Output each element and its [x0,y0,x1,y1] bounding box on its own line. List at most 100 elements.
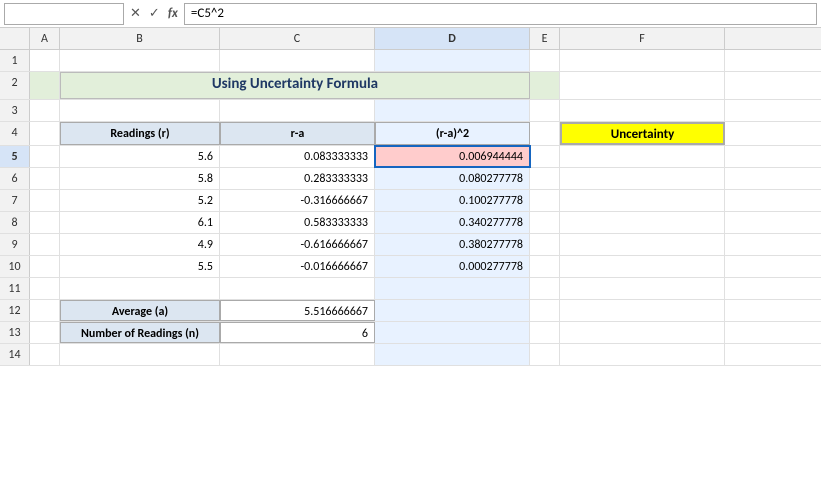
cell-e14[interactable] [530,344,560,365]
cell-d14[interactable] [375,344,530,365]
cell-e12[interactable] [530,300,560,321]
fx-icon[interactable]: fx [168,6,178,21]
cell-a5[interactable] [30,146,60,167]
cell-a2[interactable] [30,72,60,99]
row-2: 2 Using Uncertainty Formula [0,72,821,100]
cell-d9[interactable]: 0.380277778 [375,234,530,255]
cell-d6[interactable]: 0.080277778 [375,168,530,189]
cell-d3[interactable] [375,100,530,121]
cell-b3[interactable] [60,100,220,121]
row-num-11: 11 [0,278,30,299]
cell-e7[interactable] [530,190,560,211]
cell-e5[interactable] [530,146,560,167]
cell-a1[interactable] [30,50,60,71]
col-header-f[interactable]: F [560,28,725,49]
cell-f14[interactable] [560,344,725,365]
cell-f8[interactable] [560,212,725,233]
cell-a12[interactable] [30,300,60,321]
cell-f11[interactable] [560,278,725,299]
row-num-8: 8 [0,212,30,233]
cell-d12[interactable] [375,300,530,321]
cell-a9[interactable] [30,234,60,255]
cell-f13[interactable] [560,322,725,343]
cell-c7[interactable]: -0.316666667 [220,190,375,211]
cell-c3[interactable] [220,100,375,121]
cell-d11[interactable] [375,278,530,299]
cell-b11[interactable] [60,278,220,299]
cell-c8[interactable]: 0.583333333 [220,212,375,233]
col-header-a[interactable]: A [30,28,60,49]
cell-b10[interactable]: 5.5 [60,256,220,277]
cell-d1[interactable] [375,50,530,71]
row-13: 13 Number of Readings (n) 6 [0,322,821,344]
cell-c9[interactable]: -0.616666667 [220,234,375,255]
cell-e1[interactable] [530,50,560,71]
col-header-e[interactable]: E [530,28,560,49]
cell-d10[interactable]: 0.000277778 [375,256,530,277]
col-header-d[interactable]: D [375,28,530,49]
cell-c6[interactable]: 0.283333333 [220,168,375,189]
cell-a10[interactable] [30,256,60,277]
cell-e13[interactable] [530,322,560,343]
cell-a11[interactable] [30,278,60,299]
cell-a6[interactable] [30,168,60,189]
formula-input[interactable]: =C5^2 [184,3,817,25]
cell-f3[interactable] [560,100,725,121]
cell-b5[interactable]: 5.6 [60,146,220,167]
cell-a7[interactable] [30,190,60,211]
cell-b9[interactable]: 4.9 [60,234,220,255]
cell-f6[interactable] [560,168,725,189]
row-num-corner [0,28,30,49]
cell-a4[interactable] [30,122,60,145]
confirm-icon[interactable]: ✓ [149,6,160,21]
cell-a13[interactable] [30,322,60,343]
cell-d5[interactable]: 0.006944444 [375,146,530,167]
cell-d7[interactable]: 0.100277778 [375,190,530,211]
cell-f5[interactable] [560,146,725,167]
cell-c1[interactable] [220,50,375,71]
title-cell: Using Uncertainty Formula [60,72,530,99]
row-7: 7 5.2 -0.316666667 0.100277778 [0,190,821,212]
row-num-6: 6 [0,168,30,189]
row-1: 1 [0,50,821,72]
cell-e4[interactable] [530,122,560,145]
row-4: 4 Readings (r) r-a (r-a)^2 Uncertainty [0,122,821,146]
cell-e11[interactable] [530,278,560,299]
name-box[interactable]: D5 [4,3,124,25]
cell-c14[interactable] [220,344,375,365]
row-num-14: 14 [0,344,30,365]
cell-e3[interactable] [530,100,560,121]
cell-d13[interactable] [375,322,530,343]
cell-b1[interactable] [60,50,220,71]
cell-e10[interactable] [530,256,560,277]
cell-b14[interactable] [60,344,220,365]
cell-c12-value[interactable]: 5.516666667 [220,300,375,321]
cell-d8[interactable]: 0.340277778 [375,212,530,233]
col-header-b[interactable]: B [60,28,220,49]
cell-a8[interactable] [30,212,60,233]
cell-a14[interactable] [30,344,60,365]
cell-c11[interactable] [220,278,375,299]
col-header-c[interactable]: C [220,28,375,49]
cell-b6[interactable]: 5.8 [60,168,220,189]
cell-f12[interactable] [560,300,725,321]
cell-e2[interactable] [530,72,560,99]
cell-e8[interactable] [530,212,560,233]
cell-f9[interactable] [560,234,725,255]
cell-e6[interactable] [530,168,560,189]
cell-c4-header: r-a [220,122,375,145]
cell-b8[interactable]: 6.1 [60,212,220,233]
cell-f10[interactable] [560,256,725,277]
cell-f2[interactable] [560,72,725,99]
cell-c10[interactable]: -0.016666667 [220,256,375,277]
cell-f7[interactable] [560,190,725,211]
cell-e9[interactable] [530,234,560,255]
cell-f1[interactable] [560,50,725,71]
cell-c13-value[interactable]: 6 [220,322,375,343]
formula-icons: ✕ ✓ fx [124,6,184,21]
cell-b7[interactable]: 5.2 [60,190,220,211]
cancel-icon[interactable]: ✕ [130,6,141,21]
cell-a3[interactable] [30,100,60,121]
cell-c5[interactable]: 0.083333333 [220,146,375,167]
row-num-2: 2 [0,72,30,99]
